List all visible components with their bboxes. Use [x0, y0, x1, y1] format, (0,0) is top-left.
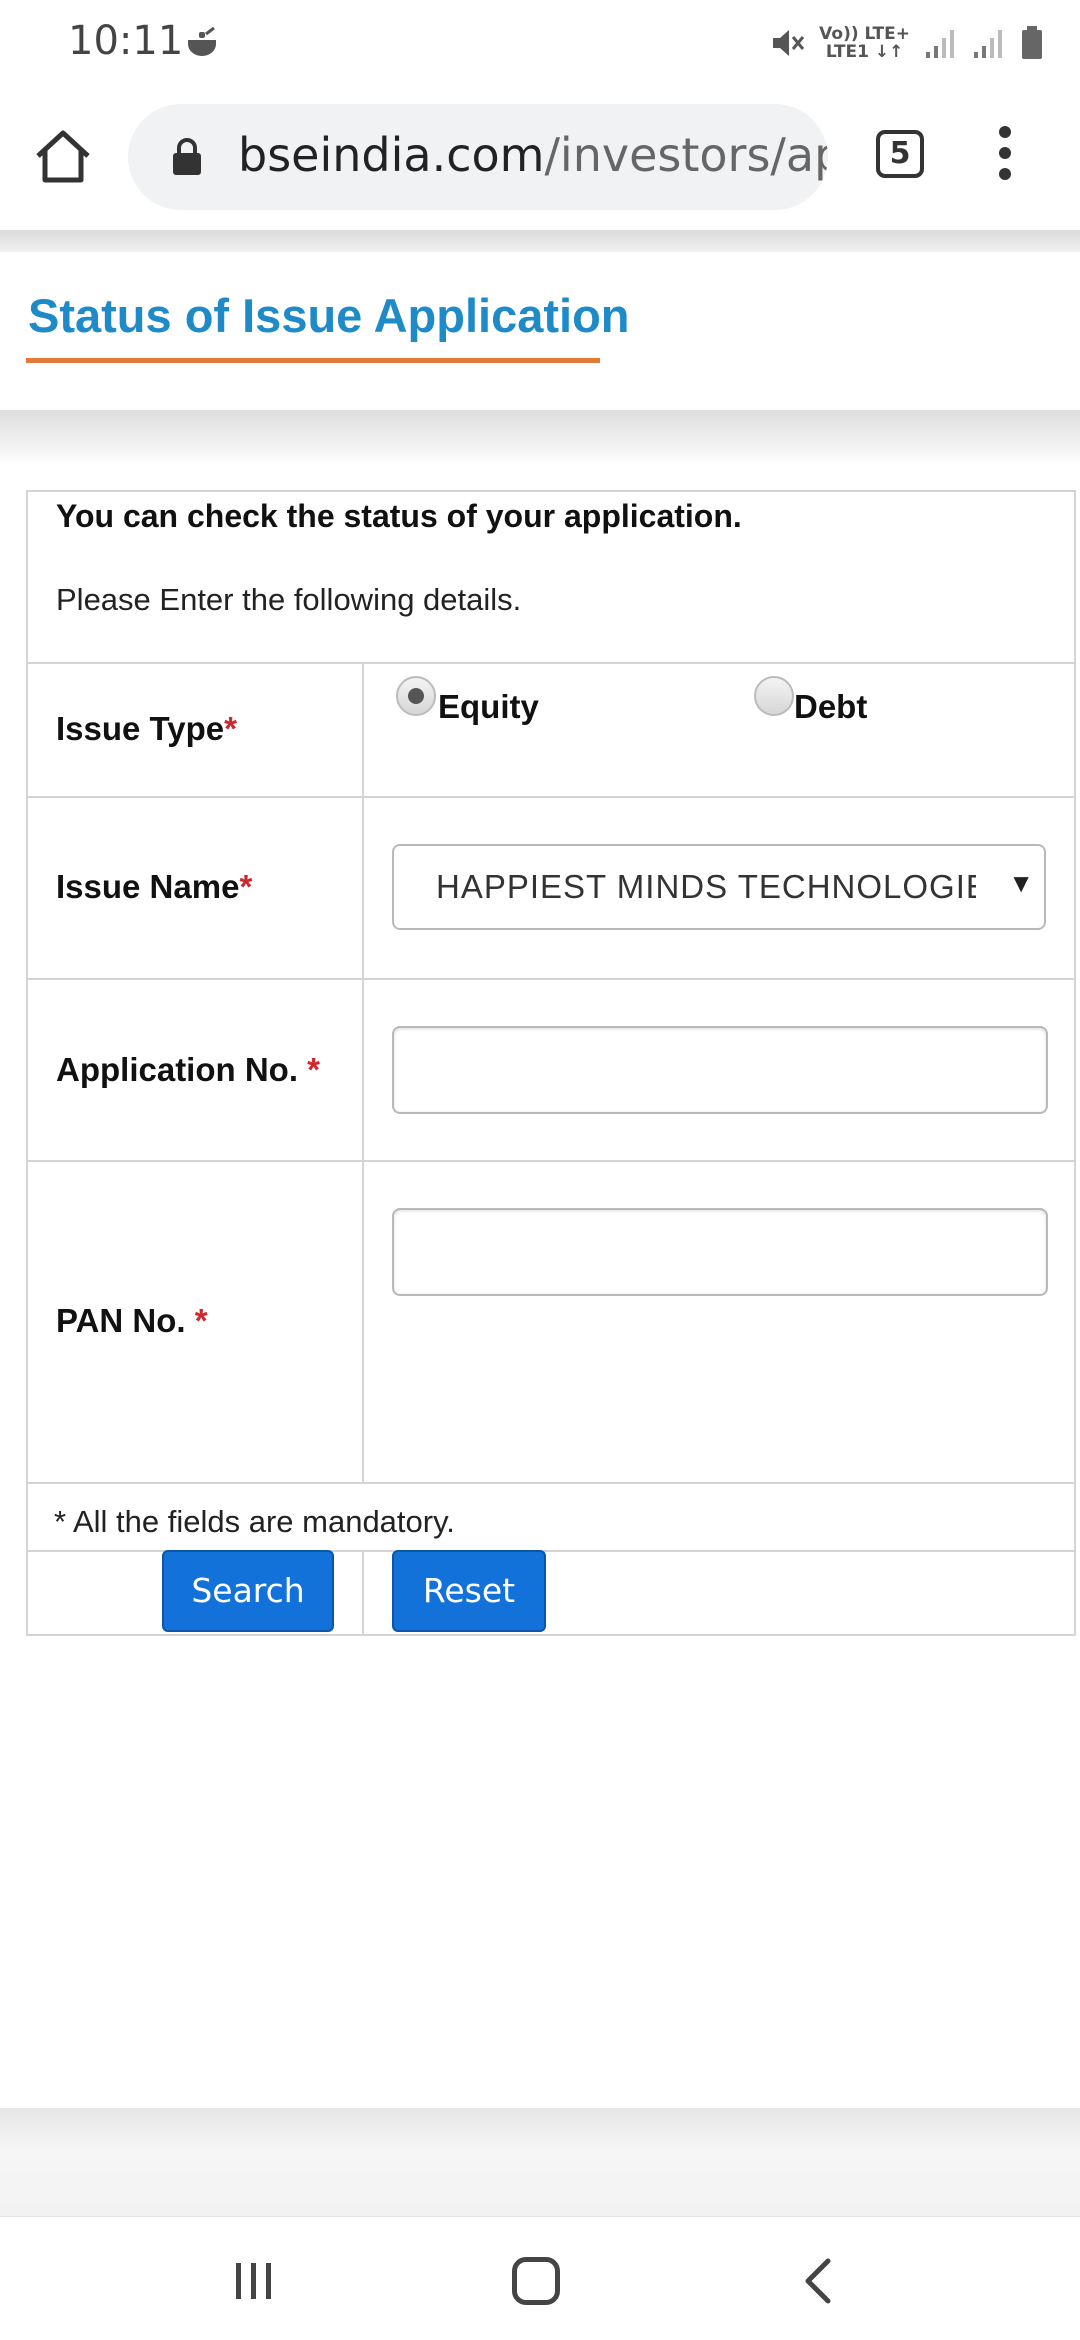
status-form: You can check the status of your applica…	[26, 490, 1076, 1636]
equity-radio[interactable]	[396, 676, 436, 716]
page-title: Status of Issue Application	[28, 289, 630, 342]
title-band: Status of Issue Application	[0, 252, 1080, 410]
pan-no-input[interactable]	[392, 1208, 1048, 1296]
application-no-label: Application No. *	[56, 1051, 321, 1088]
radio-selected-dot	[408, 688, 424, 704]
network-line1: Vo)) LTE+	[819, 24, 910, 44]
address-bar[interactable]: bseindia.com/investors/app	[128, 104, 828, 210]
tabs-icon[interactable]: 5	[876, 130, 924, 178]
dropdown-arrow-icon: ▼	[1008, 868, 1034, 898]
issue-name-select[interactable]: HAPPIEST MINDS TECHNOLOGIES LTD ▼	[392, 844, 1046, 930]
intro-heading: You can check the status of your applica…	[56, 498, 742, 534]
more-vert-icon[interactable]	[990, 126, 1020, 188]
home-icon[interactable]	[30, 124, 96, 190]
status-time: 10:11	[68, 18, 184, 64]
application-no-input[interactable]	[392, 1026, 1048, 1114]
back-icon[interactable]	[800, 2257, 836, 2305]
url-text: bseindia.com/investors/app	[238, 128, 828, 182]
band-shadow	[0, 410, 1080, 464]
browser-toolbar: bseindia.com/investors/app 5	[0, 86, 1080, 230]
divider	[28, 796, 1076, 798]
divider	[28, 1160, 1076, 1162]
status-icons: Vo)) LTE+ LTE1 ↓↑	[769, 20, 1044, 66]
pan-no-label: PAN No. *	[56, 1302, 208, 1339]
mute-icon	[773, 30, 805, 56]
footer-shadow	[0, 2108, 1080, 2216]
column-divider	[362, 1550, 364, 1636]
divider	[28, 662, 1076, 664]
search-button[interactable]: Search	[162, 1550, 334, 1632]
title-underline	[26, 358, 600, 363]
toolbar-shadow	[0, 230, 1080, 252]
issue-type-label: Issue Type*	[56, 710, 237, 747]
signal-icon	[926, 30, 954, 58]
lock-icon	[173, 138, 201, 175]
column-divider	[362, 662, 364, 1482]
network-line2: LTE1 ↓↑	[825, 42, 904, 62]
url-path: /investors/app	[544, 128, 828, 182]
recent-apps-icon[interactable]	[232, 2261, 276, 2301]
issue-name-label: Issue Name*	[56, 868, 253, 905]
mandatory-note: * All the fields are mandatory.	[54, 1504, 455, 1539]
issue-name-selected: HAPPIEST MINDS TECHNOLOGIES LTD	[436, 868, 976, 905]
debt-radio[interactable]	[754, 676, 794, 716]
debt-radio-label[interactable]: Debt	[794, 688, 867, 726]
network-indicator: Vo)) LTE+ LTE1 ↓↑	[819, 25, 910, 61]
home-nav-icon[interactable]	[512, 2257, 560, 2305]
intro-text: Please Enter the following details.	[56, 582, 522, 617]
reset-button[interactable]: Reset	[392, 1550, 546, 1632]
cooking-pot-icon	[188, 26, 216, 56]
battery-icon	[1022, 26, 1042, 59]
status-bar: 10:11 Vo)) LTE+ LTE1 ↓↑	[0, 0, 1080, 86]
equity-radio-label[interactable]: Equity	[438, 688, 539, 726]
divider	[28, 1482, 1076, 1484]
signal-icon	[974, 30, 1002, 58]
divider	[28, 978, 1076, 980]
system-nav-bar	[0, 2216, 1080, 2340]
url-domain: bseindia.com	[238, 128, 545, 182]
